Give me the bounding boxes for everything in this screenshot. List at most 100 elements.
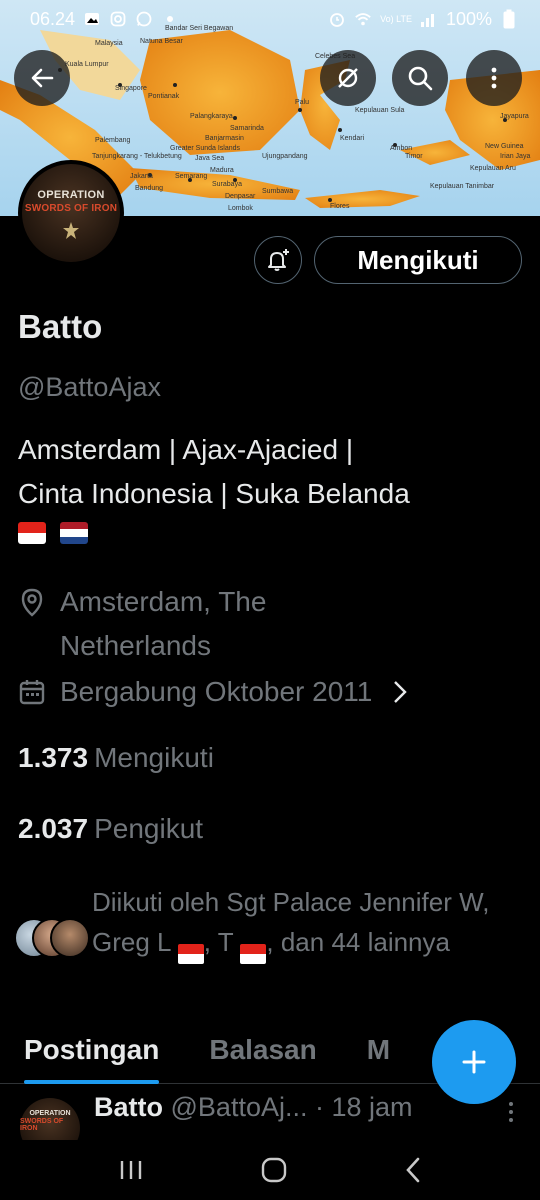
tab-media[interactable]: M [367,1028,390,1084]
profile-bio: Amsterdam | Ajax-Ajacied | Cinta Indones… [18,428,518,544]
idf-emblem-icon [63,221,79,239]
more-vertical-icon [491,67,497,89]
chevron-right-icon [394,681,408,703]
map-label: Greater Sunda Islands [170,145,241,152]
map-label: Surabaya [212,181,242,188]
recent-apps-icon[interactable] [117,1157,145,1183]
post-header: Batto @BattoAj... · 18 jam [94,1092,413,1123]
avatar [50,918,90,958]
indonesia-flag-icon [18,522,46,544]
map-label: Sumbawa [262,188,293,195]
location-text: Amsterdam, The Netherlands [60,586,267,661]
alarm-icon [328,10,346,28]
battery-percent: 100% [445,8,492,29]
search-button[interactable] [392,50,448,106]
compose-button[interactable] [432,1020,516,1104]
post-time: · 18 jam [315,1092,413,1122]
map-label: Banjarmasin [205,135,244,142]
network-label: Vo) LTE [380,13,412,24]
back-button[interactable] [14,50,70,106]
followed-by-section[interactable]: Diikuti oleh Sgt Palace Jennifer W, Greg… [14,882,524,964]
bio-line: Cinta Indonesia | Suka Belanda [18,478,410,509]
bell-plus-icon [268,249,289,271]
whatsapp-icon [135,10,153,28]
indonesia-flag-icon [240,944,267,964]
status-bar: 06.24 Vo) LTE 100% [0,0,540,38]
avatar-text-line2: SWORDS OF IRON [20,1118,64,1132]
notification-dot-icon [161,10,179,28]
map-label: Tanjungkarang - Telukbetung [92,153,182,160]
plus-icon [462,1050,486,1074]
map-label: Malaysia [95,40,123,47]
followers-stat[interactable]: 2.037 Pengikut [18,813,203,845]
following-stat[interactable]: 1.373 Mengikuti [18,742,214,774]
joined-text: Bergabung Oktober 2011 [60,676,373,707]
map-label: Palangkaraya [190,113,233,120]
map-label: Pontianak [148,93,180,100]
map-label: Semarang [175,173,207,180]
translate-icon [338,68,358,88]
location-pin-icon [21,588,43,617]
followed-by-avatars [14,918,90,962]
profile-joined[interactable]: Bergabung Oktober 2011 [18,676,408,708]
search-icon [408,66,433,91]
map-label: Jayapura [500,113,529,120]
map-label: Singapore [115,85,147,92]
map-label: Denpasar [225,193,256,200]
map-label: Irian Jaya [500,153,530,160]
map-label: Palu [295,99,309,106]
translate-button[interactable] [320,50,376,106]
map-label: Madura [210,167,234,174]
status-left: 06.24 [30,9,179,30]
following-count: 1.373 [18,742,89,773]
followers-label: Pengikut [94,813,204,844]
profile-handle: @BattoAjax [18,372,161,402]
bio-flags [18,522,518,544]
battery-icon [500,9,518,29]
map-label: Natuna Besar [140,38,183,45]
map-label: Kendari [340,135,365,142]
more-vertical-icon[interactable] [500,1098,522,1128]
notifications-button[interactable] [254,236,302,284]
avatar-text-line1: OPERATION [37,188,105,201]
map-label: Kuala Lumpur [65,61,109,68]
calendar-icon [19,680,45,705]
map-label: Samarinda [230,125,264,132]
gallery-icon [83,10,101,28]
netherlands-flag-icon [60,522,88,544]
map-label: Java Sea [195,155,224,162]
following-button[interactable]: Mengikuti [314,236,522,284]
profile-avatar[interactable]: OPERATION SWORDS OF IRON [18,160,124,266]
profile-location: Amsterdam, The Netherlands [18,580,438,668]
status-time: 06.24 [30,8,76,29]
followed-by-text: Diikuti oleh Sgt Palace Jennifer W, Greg… [92,882,522,964]
home-icon[interactable] [260,1156,288,1184]
bio-line: Amsterdam | Ajax-Ajacied | [18,434,354,465]
back-arrow-icon [31,68,54,88]
post-author-handle: @BattoAj... [170,1092,308,1122]
map-label: Timor [405,153,423,160]
followed-by-part3: , dan 44 lainnya [266,927,450,957]
map-label: Ambon [390,145,412,152]
map-label: Kepulauan Sula [355,107,405,114]
following-label: Mengikuti [94,742,214,773]
profile-name: Batto [18,308,103,345]
back-nav-icon[interactable] [403,1156,423,1184]
map-label: Flores [330,203,350,210]
map-label: New Guinea [485,143,524,150]
tab-posts[interactable]: Postingan [24,1028,160,1084]
tab-replies[interactable]: Balasan [209,1028,316,1084]
map-label: Lombok [228,205,253,212]
indonesia-flag-icon [177,944,204,964]
map-label: Kepulauan Aru [470,165,516,172]
followed-by-part2: , T [203,927,234,957]
map-label: Kepulauan Tanimbar [430,183,495,190]
map-label: Bandung [135,185,163,192]
status-right: Vo) LTE 100% [328,9,518,30]
more-options-button[interactable] [466,50,522,106]
post-avatar[interactable]: OPERATION SWORDS OF IRON [20,1098,80,1140]
signal-icon [420,10,438,28]
wifi-icon [354,10,372,28]
instagram-icon [109,10,127,28]
map-label: Palembang [95,137,131,144]
